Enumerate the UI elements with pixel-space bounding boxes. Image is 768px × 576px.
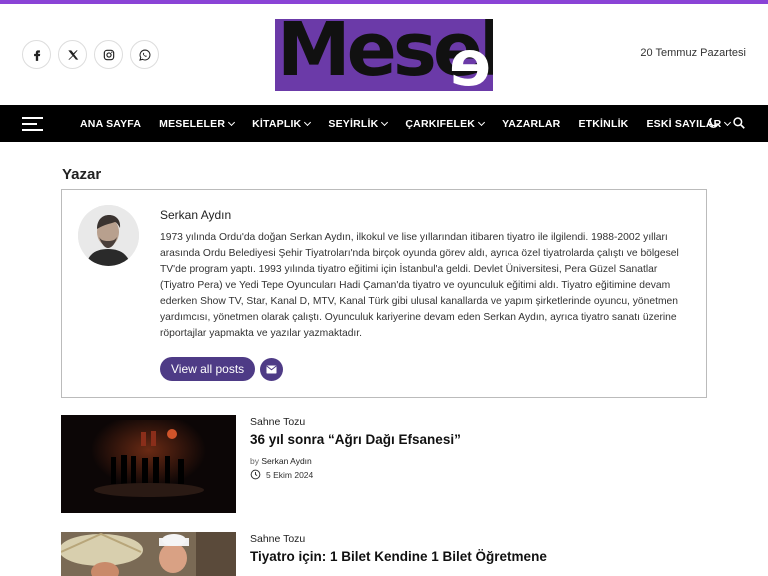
post-title[interactable]: Tiyatro için: 1 Bilet Kendine 1 Bilet Öğ… xyxy=(250,549,547,564)
byline-prefix: by xyxy=(250,456,259,466)
x-link[interactable] xyxy=(58,40,87,69)
x-icon xyxy=(67,49,78,60)
email-author-button[interactable] xyxy=(260,358,283,381)
nav-item-etkinlik[interactable]: ETKİNLİK xyxy=(578,118,628,130)
view-all-posts-button[interactable]: View all posts xyxy=(160,357,256,381)
post-byline: by Serkan Aydın xyxy=(250,456,312,466)
instagram-icon xyxy=(103,49,114,60)
nav-item-label: ETKİNLİK xyxy=(578,117,629,130)
page-title: Yazar xyxy=(62,166,102,183)
post-author-link[interactable]: Serkan Aydın xyxy=(261,456,311,466)
author-box: Serkan Aydın 1973 yılında Ordu'da doğan … xyxy=(61,189,707,398)
nav-item-label: YAZARLAR xyxy=(502,117,561,130)
nav-item-seyirlik[interactable]: SEYİRLİK xyxy=(328,117,389,130)
post-item: Sahne Tozu 36 yıl sonra “Ağrı Dağı Efsan… xyxy=(61,415,707,513)
post-thumbnail[interactable] xyxy=(61,532,236,576)
clock-icon xyxy=(250,469,261,480)
chevron-down-icon xyxy=(381,118,389,126)
search-icon xyxy=(733,117,745,129)
social-links xyxy=(22,40,159,69)
author-bio: 1973 yılında Ordu'da doğan Serkan Aydın,… xyxy=(160,232,679,339)
author-photo xyxy=(78,205,139,266)
whatsapp-link[interactable] xyxy=(130,40,159,69)
nav-tools xyxy=(706,116,746,135)
instagram-link[interactable] xyxy=(94,40,123,69)
post-thumbnail[interactable] xyxy=(61,415,236,513)
logo-letter: e xyxy=(448,27,491,91)
chevron-down-icon xyxy=(304,118,312,126)
nav-item-label: ANA SAYFA xyxy=(80,117,142,130)
nav-item-label: ÇARKIFELEK xyxy=(405,117,476,130)
post-category[interactable]: Sahne Tozu xyxy=(250,416,305,428)
current-date: 20 Temmuz Pazartesi xyxy=(640,47,746,59)
nav-item-label: SEYİRLİK xyxy=(328,117,379,130)
nav-menu: ANA SAYFA MESELELER KİTAPLIK SEYİRLİK ÇA… xyxy=(80,105,748,142)
post-date-text: 5 Ekim 2024 xyxy=(266,469,314,480)
site-logo[interactable]: Mesel e xyxy=(275,19,493,91)
author-avatar[interactable] xyxy=(78,205,139,266)
post-image xyxy=(61,532,236,576)
facebook-icon xyxy=(33,49,40,61)
post-image xyxy=(61,415,236,513)
nav-item-label: MESELELER xyxy=(159,117,226,130)
author-name: Serkan Aydın xyxy=(160,208,232,222)
nav-item-meseleler[interactable]: MESELELER xyxy=(159,117,236,130)
facebook-link[interactable] xyxy=(22,40,51,69)
whatsapp-icon xyxy=(138,49,150,61)
nav-item-yazarlar[interactable]: YAZARLAR xyxy=(502,118,560,130)
nav-item-label: KİTAPLIK xyxy=(252,117,302,130)
chevron-down-icon xyxy=(478,118,486,126)
nav-item-ana-sayfa[interactable]: ANA SAYFA xyxy=(80,118,141,130)
post-date: 5 Ekim 2024 xyxy=(250,469,313,480)
post-title[interactable]: 36 yıl sonra “Ağrı Dağı Efsanesi” xyxy=(250,432,461,447)
mail-icon xyxy=(266,365,277,374)
post-item: Sahne Tozu Tiyatro için: 1 Bilet Kendine… xyxy=(61,532,707,576)
search-button[interactable] xyxy=(732,116,746,135)
hamburger-menu-icon[interactable] xyxy=(22,117,43,131)
chevron-down-icon xyxy=(228,118,236,126)
nav-item-carkifelek[interactable]: ÇARKIFELEK xyxy=(405,117,486,130)
post-category[interactable]: Sahne Tozu xyxy=(250,533,305,545)
site-header: Mesel e 20 Temmuz Pazartesi xyxy=(0,4,768,105)
dark-mode-icon xyxy=(708,117,719,128)
nav-item-kitaplik[interactable]: KİTAPLIK xyxy=(252,117,312,130)
main-navigation: ANA SAYFA MESELELER KİTAPLIK SEYİRLİK ÇA… xyxy=(0,105,768,142)
dark-mode-toggle[interactable] xyxy=(706,116,720,135)
